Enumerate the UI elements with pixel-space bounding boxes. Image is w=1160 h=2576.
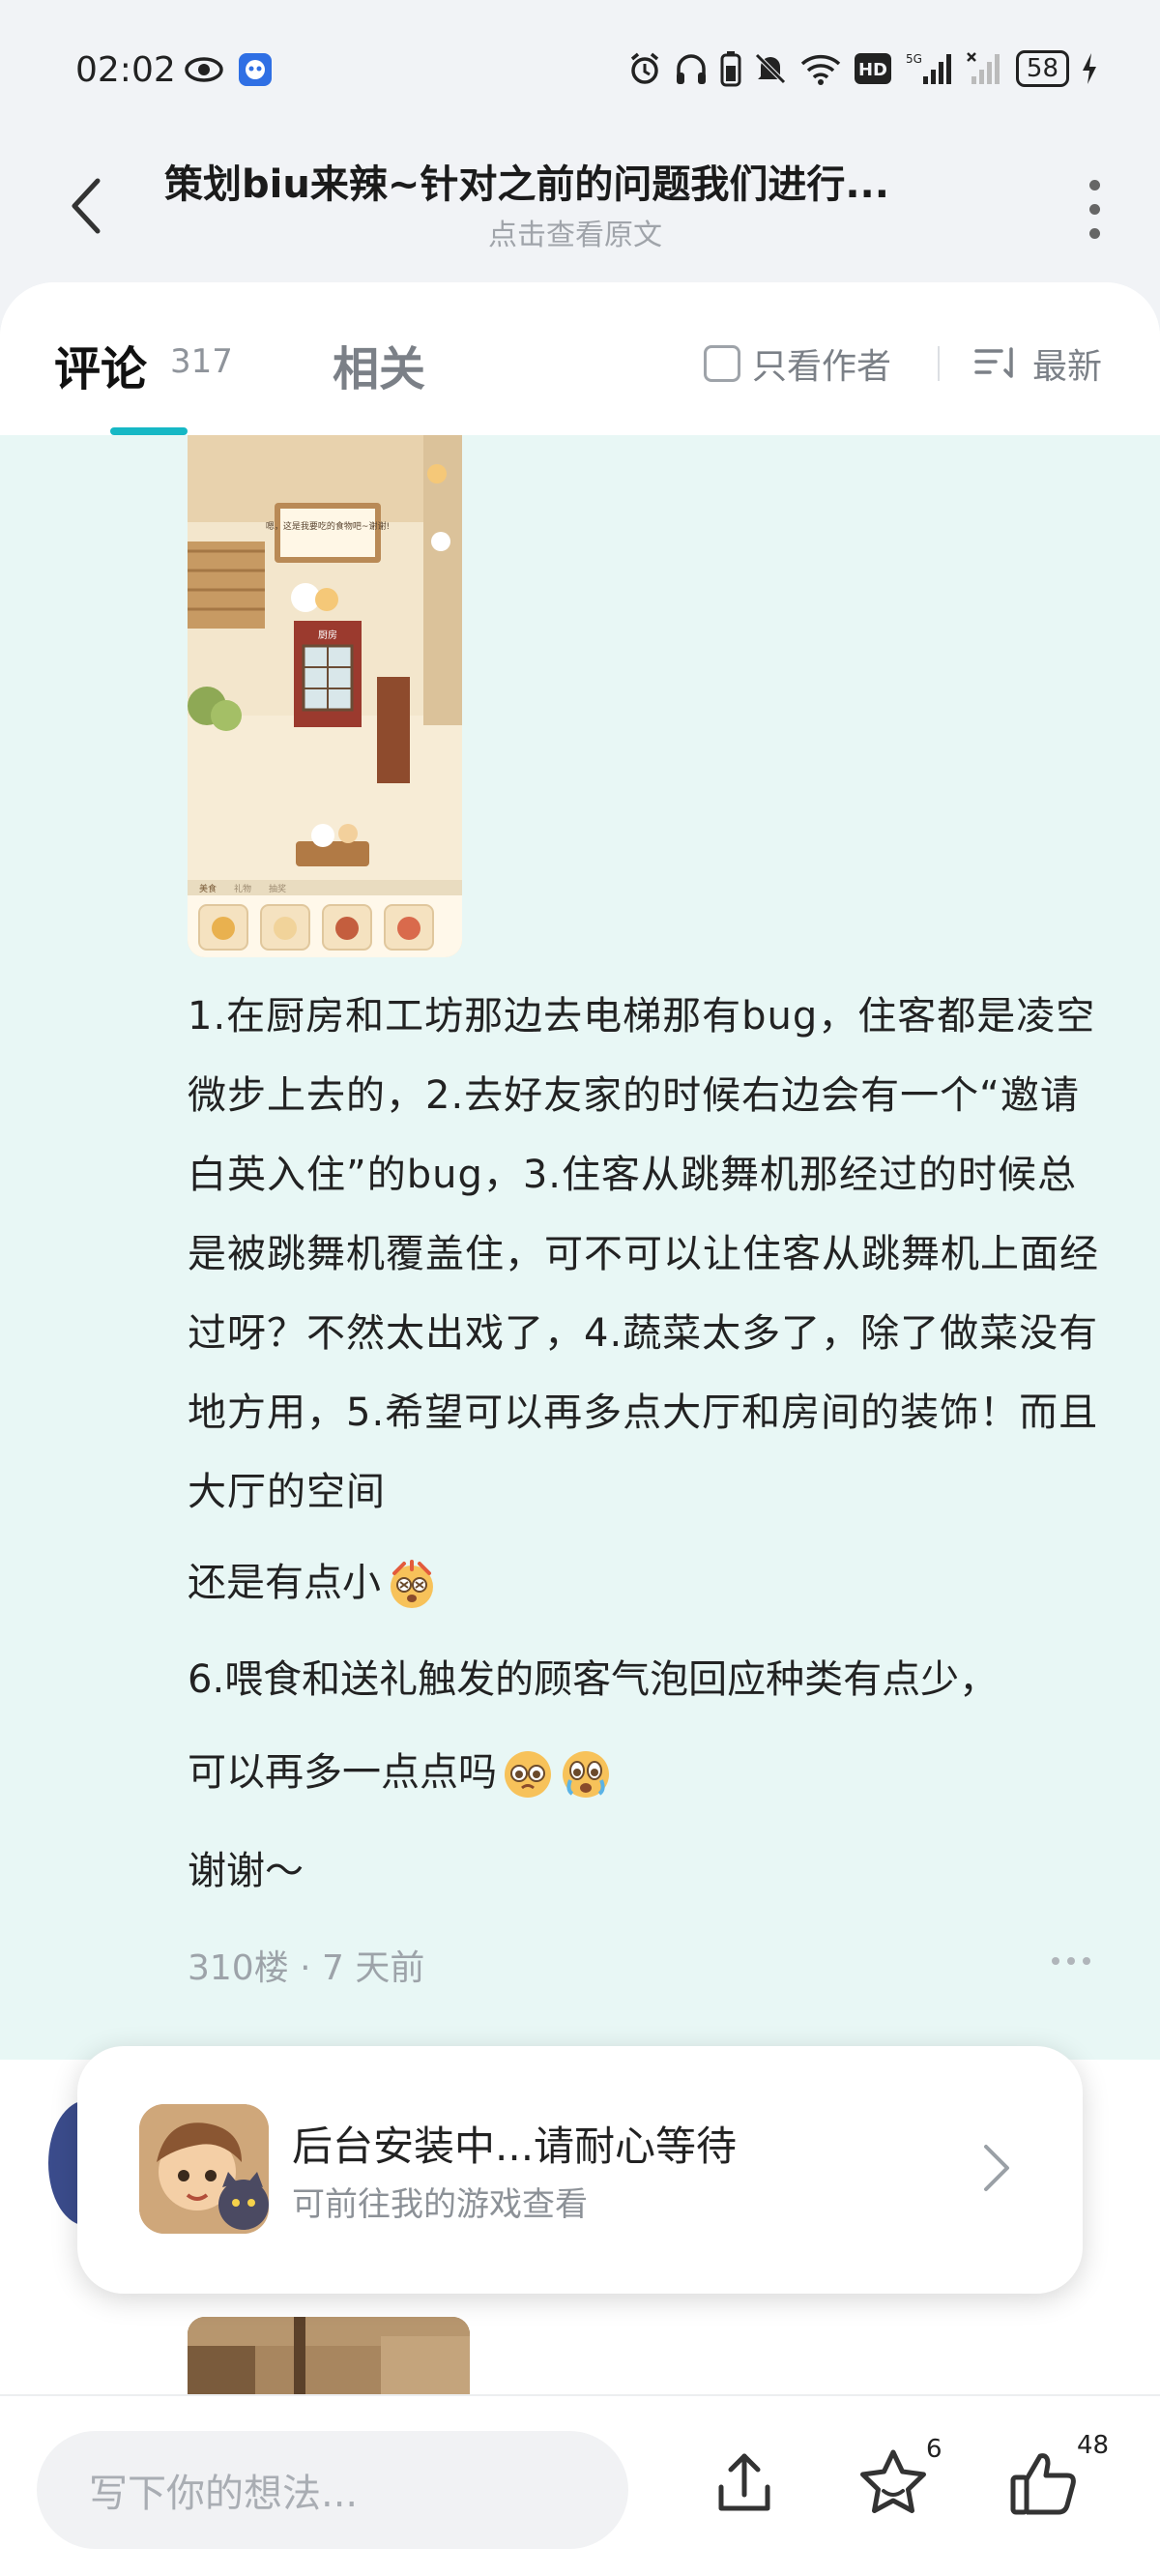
- highlighted-comment: 嗯，这是我要吃的食物吧~谢谢! 厨房 美食 礼物 抽奖 1.在厨房和工坊那边去电…: [0, 435, 1160, 2060]
- eye-icon: [185, 57, 223, 82]
- headphones-icon: [676, 54, 706, 84]
- hd-icon: HD: [854, 53, 891, 84]
- wifi-icon: [800, 54, 841, 85]
- sort-icon: [974, 347, 1013, 378]
- favorite-count: 6: [926, 2435, 942, 2464]
- teary-emoji-icon: [563, 1751, 609, 1798]
- sort-button[interactable]: 最新: [974, 338, 1102, 389]
- comment-line: 6.喂食和送礼触发的顾客气泡回应种类有点少，: [188, 1657, 999, 1702]
- dizzy-emoji-icon: [391, 1560, 433, 1608]
- image-tab-2: 抽奖: [269, 883, 286, 894]
- chevron-right-icon: [984, 2145, 1009, 2191]
- image-tab-0: 美食: [199, 883, 217, 894]
- like-count: 48: [1077, 2431, 1110, 2460]
- comment-thanks: 谢谢～: [188, 1849, 304, 1893]
- image-room-label: 厨房: [318, 629, 337, 641]
- more-options-button[interactable]: [1075, 170, 1114, 248]
- view-original-link[interactable]: 点击查看原文: [164, 211, 986, 253]
- battery-icon: 58: [1015, 50, 1069, 87]
- install-toast[interactable]: 后台安装中...请耐心等待 可前往我的游戏查看: [77, 2046, 1083, 2294]
- comment-more-button[interactable]: [1052, 1957, 1090, 1965]
- image-caption: 嗯，这是我要吃的食物吧~谢谢!: [266, 520, 390, 532]
- game-app-icon: [139, 2104, 269, 2234]
- thumbs-up-icon[interactable]: [1005, 2443, 1087, 2524]
- star-icon[interactable]: [853, 2443, 934, 2524]
- game-screenshot: 嗯，这是我要吃的食物吧~谢谢! 厨房 美食 礼物 抽奖: [188, 435, 462, 957]
- app-notification-icon: [239, 53, 272, 86]
- alarm-icon: [630, 52, 659, 84]
- author-only-filter[interactable]: 只看作者: [704, 338, 891, 389]
- author-only-checkbox[interactable]: [704, 345, 740, 382]
- more-horizontal-icon: [1052, 1957, 1059, 1965]
- post-title[interactable]: 策划biu来辣~针对之前的问题我们进行...: [164, 153, 976, 209]
- toast-title: 后台安装中...请耐心等待: [292, 2122, 738, 2170]
- more-vertical-icon: [1088, 179, 1100, 190]
- title-bar: 策划biu来辣~针对之前的问题我们进行... 点击查看原文: [0, 135, 1160, 280]
- sort-label: 最新: [1032, 347, 1103, 387]
- mute-icon: [755, 53, 786, 84]
- comment-line-text: 可以再多一点点吗: [188, 1750, 497, 1795]
- comment-body: 1.在厨房和工坊那边去电梯那有bug，住客都是凌空微步上去的，2.去好友家的时候…: [188, 994, 1099, 1514]
- signal-icon: 5G: [906, 52, 951, 84]
- battery-saver-icon: [720, 51, 741, 87]
- clock: 02:02: [75, 50, 176, 90]
- signal-icon: [967, 52, 1000, 84]
- comment-line: 可以再多一点点吗: [188, 1741, 613, 1801]
- share-icon[interactable]: [704, 2443, 785, 2524]
- pleading-emoji-icon: [505, 1751, 551, 1798]
- status-bar: 02:02 HD 5G 58: [0, 0, 1160, 135]
- charging-icon: [1083, 53, 1096, 84]
- svg-text:5G: 5G: [906, 52, 922, 66]
- toast-subtitle: 可前往我的游戏查看: [292, 2185, 588, 2224]
- back-button[interactable]: [56, 162, 114, 249]
- tab-bar: 评论 317 相关 只看作者 最新: [0, 282, 1160, 435]
- comment-line: 还是有点小: [188, 1551, 1116, 1612]
- svg-text:HD: HD: [858, 60, 887, 80]
- back-icon: [72, 178, 101, 234]
- author-only-label: 只看作者: [752, 347, 892, 387]
- bottom-action-bar: 写下你的想法... 6 48: [0, 2394, 1160, 2576]
- divider: [938, 346, 940, 381]
- comment-input[interactable]: 写下你的想法...: [37, 2431, 628, 2549]
- tab-comments[interactable]: 评论: [54, 331, 147, 398]
- image-tab-1: 礼物: [234, 883, 251, 894]
- comment-image[interactable]: 嗯，这是我要吃的食物吧~谢谢! 厨房 美食 礼物 抽奖: [188, 435, 462, 957]
- comment-count: 317: [170, 342, 233, 381]
- comment-line-text: 还是有点小: [188, 1561, 381, 1605]
- active-tab-indicator: [110, 427, 188, 435]
- comment-meta: 310楼 · 7 天前: [188, 1948, 425, 1988]
- tab-related[interactable]: 相关: [333, 331, 425, 398]
